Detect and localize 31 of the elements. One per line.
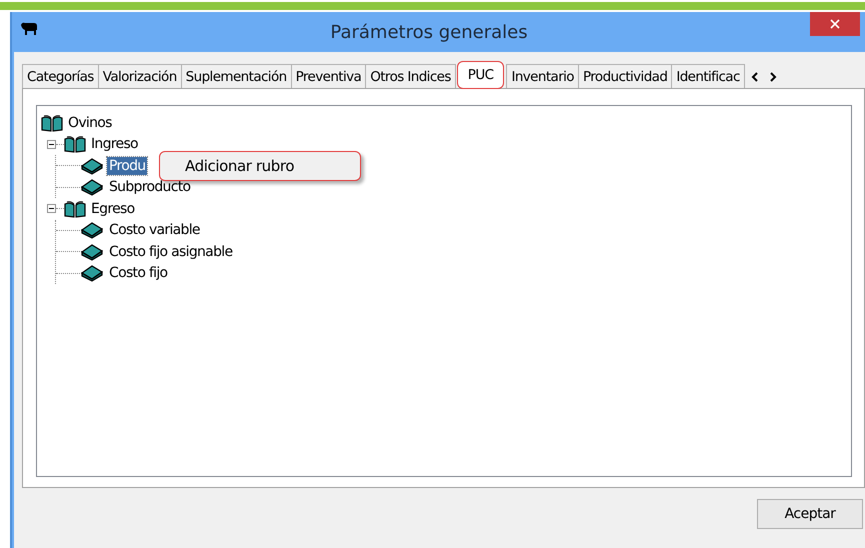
menu-item[interactable]: Adicionar rubro — [160, 157, 294, 175]
collapse-toggle-icon[interactable] — [47, 140, 56, 149]
tab[interactable]: Inventario — [506, 64, 579, 88]
collapse-toggle-icon[interactable] — [47, 204, 56, 214]
open-book-icon — [64, 135, 86, 154]
book-icon — [80, 156, 104, 175]
close-button[interactable] — [810, 12, 860, 36]
open-book-icon — [41, 114, 63, 132]
left-chevron-icon — [750, 72, 759, 82]
book-icon — [80, 178, 104, 196]
tree-item[interactable]: Costo fijo asignable — [107, 242, 234, 261]
tree-item[interactable]: Subproducto — [107, 178, 192, 196]
tab[interactable]: Otros Indices — [365, 64, 456, 88]
accept-button[interactable]: Aceptar — [757, 499, 863, 529]
tab[interactable]: PUC — [456, 61, 504, 89]
right-chevron-icon — [768, 72, 777, 82]
tree-item[interactable]: Ingreso — [89, 135, 140, 154]
close-icon — [830, 19, 840, 29]
tree-item[interactable]: Costo variable — [107, 221, 202, 240]
tree-item[interactable]: Costo fijo — [107, 264, 170, 282]
window-title: Parámetros generales — [329, 22, 529, 43]
tab[interactable]: Identificac — [671, 64, 745, 88]
sheep-icon — [20, 22, 38, 36]
book-icon — [80, 242, 104, 261]
tab[interactable]: Categorías — [22, 64, 99, 88]
book-icon — [80, 264, 104, 282]
tree-item[interactable]: Egreso — [89, 200, 136, 218]
tree-item[interactable]: Produ — [107, 156, 148, 175]
open-book-icon — [64, 200, 86, 218]
book-icon — [80, 221, 104, 240]
tree-item[interactable]: Ovinos — [66, 114, 114, 132]
